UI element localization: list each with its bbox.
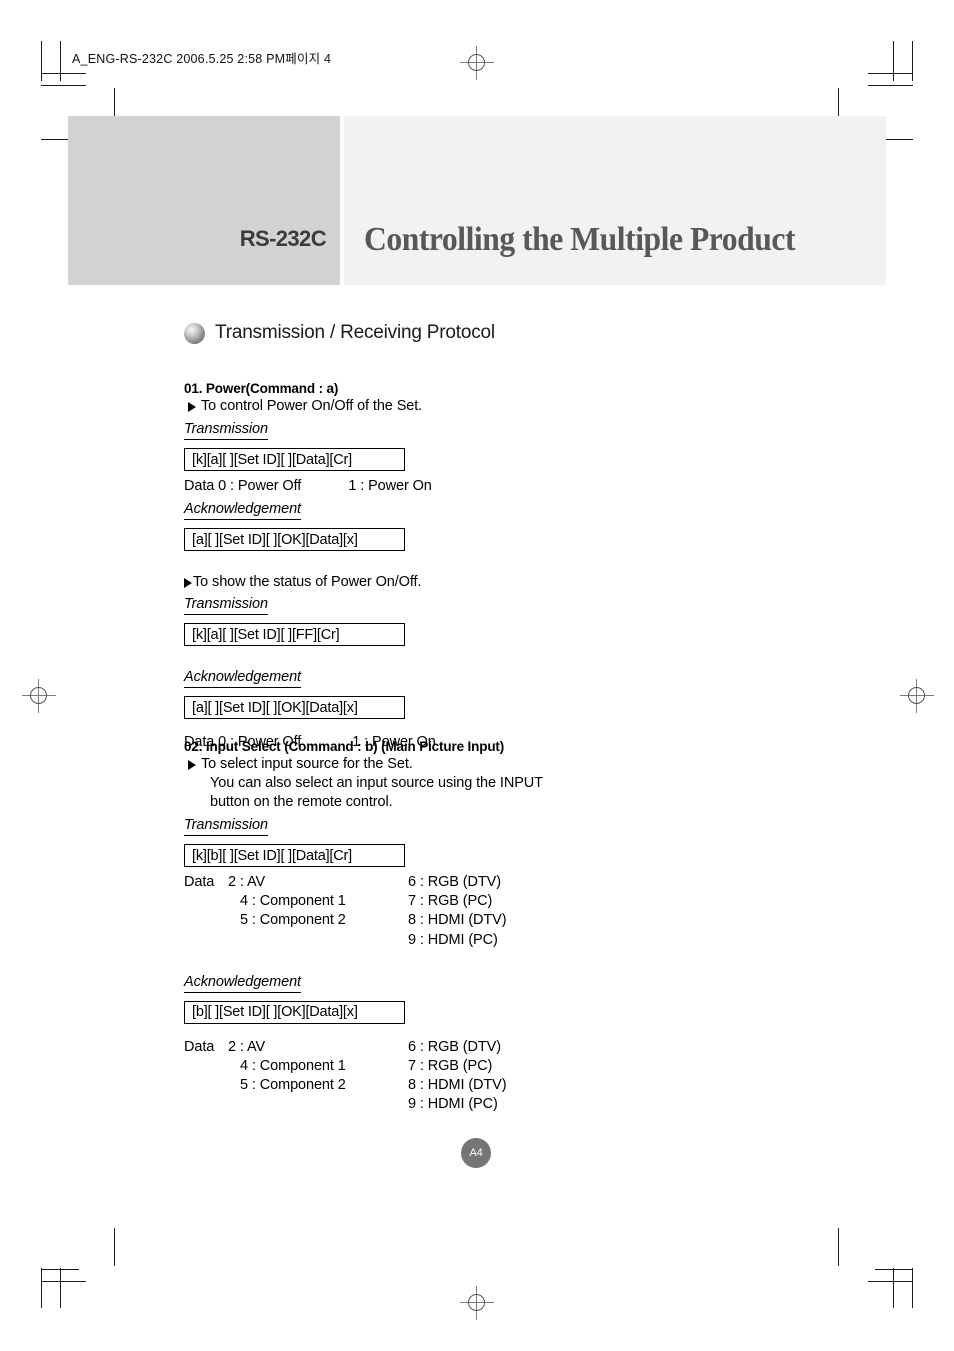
transmission-label-2: Transmission — [184, 596, 268, 615]
crop-mark-top-right-vertical — [912, 41, 913, 81]
running-head: A_ENG-RS-232C 2006.5.25 2:58 PM페이지 4 — [72, 52, 332, 66]
table-row: 6 : RGB (DTV) — [408, 874, 501, 890]
crop-mark-bottom-left-horizontal — [41, 1281, 86, 1282]
sphere-bullet-icon — [184, 322, 205, 344]
crop-mark-top-right-inner-horizontal — [868, 85, 913, 86]
crop-mark-bottom-right-inner-horizontal — [875, 1269, 913, 1270]
section-01-ack-code-2: [a][ ][Set ID][ ][OK][Data][x] — [184, 696, 405, 719]
section-02-transmission-label-wrap: Transmission — [184, 816, 784, 836]
page-number-badge: A4 — [461, 1138, 491, 1168]
data-table-2-spacer — [184, 1057, 228, 1076]
section-01-transmission-code-2: [k][a][ ][Set ID][ ][FF][Cr] — [184, 623, 405, 646]
acknowledgement-label-1: Acknowledgement — [184, 501, 301, 520]
section-02-ack-label-wrap: Acknowledgement — [184, 973, 784, 993]
crop-mark-top-right-horizontal — [868, 73, 913, 74]
data-table-1-spacer — [184, 911, 228, 930]
acknowledgement-label-2: Acknowledgement — [184, 669, 301, 688]
section-02-data-table-1: Data 2 : AV 6 : RGB (DTV) 4 : Component … — [184, 873, 784, 950]
section-01-transmission-label-wrap: Transmission — [184, 420, 784, 440]
table-row: 5 : Component 2 — [240, 1077, 346, 1094]
table-row — [228, 1095, 408, 1114]
table-row: 2 : AV — [228, 874, 266, 890]
table-row: 2 : AV — [228, 1038, 266, 1055]
crop-mark-bottom-left-vertical — [41, 1268, 42, 1308]
banner-rs232c-label: RS-232C — [239, 226, 327, 251]
banner-left-block: RS-232C — [68, 116, 340, 285]
banner-right-block: Controlling the Multiple Product — [344, 116, 886, 285]
table-row: 8 : HDMI (DTV) — [408, 1077, 507, 1094]
page-title: Controlling the Multiple Product — [364, 221, 796, 258]
data-table-1-lead: Data — [184, 874, 215, 890]
crop-mark-bottom-left-long-vertical — [114, 1228, 115, 1266]
table-row: 9 : HDMI (PC) — [408, 931, 498, 948]
section-01-ack-label-1-wrap: Acknowledgement — [184, 500, 784, 520]
data-table-1-spacer — [184, 892, 228, 911]
document-page: A_ENG-RS-232C 2006.5.25 2:58 PM페이지 4 RS-… — [0, 0, 954, 1351]
section-02-bullet-1-cont-a: You can also select an input source usin… — [210, 775, 543, 791]
section-01-ack-label-2-wrap: Acknowledgement — [184, 668, 784, 688]
triangle-bullet-icon — [184, 578, 192, 588]
section-02-transmission-code: [k][b][ ][Set ID][ ][Data][Cr] — [184, 844, 405, 867]
data-table-1-spacer — [184, 931, 228, 950]
section-01-ack-code-1: [a][ ][Set ID][ ][OK][Data][x] — [184, 528, 405, 551]
triangle-bullet-icon — [188, 760, 196, 770]
registration-mark-right — [900, 679, 934, 713]
crop-mark-top-left-inner-horizontal — [41, 85, 86, 86]
crop-mark-bottom-right-long-vertical — [838, 1228, 839, 1266]
acknowledgement-label: Acknowledgement — [184, 974, 301, 993]
section-01-bullet-1: To control Power On/Off of the Set. — [188, 397, 784, 416]
triangle-bullet-icon — [188, 402, 196, 412]
section-02-bullet-1: To select input source for the Set. — [188, 755, 784, 774]
crop-mark-top-left-vertical — [41, 41, 42, 81]
section-01-transmission-label-2-wrap: Transmission — [184, 595, 784, 615]
crop-mark-bottom-right-vertical — [912, 1268, 913, 1308]
table-row: 4 : Component 1 — [240, 1058, 346, 1075]
table-row — [228, 931, 408, 950]
table-row: 9 : HDMI (PC) — [408, 1096, 498, 1113]
registration-mark-bottom — [460, 1286, 494, 1320]
section-01-title: 01. Power(Command : a) — [184, 381, 339, 396]
section-02: 02. Input Select (Command : b) (Main Pic… — [184, 739, 784, 1115]
data-table-2-spacer — [184, 1076, 228, 1095]
data-table-2-spacer — [184, 1095, 228, 1114]
transmission-label: Transmission — [184, 817, 268, 836]
crop-mark-bottom-right-inner-vertical — [893, 1268, 894, 1308]
section-02-title: 02. Input Select (Command : b) (Main Pic… — [184, 739, 505, 754]
table-row: 4 : Component 1 — [240, 893, 346, 910]
crop-mark-bottom-right-horizontal — [868, 1281, 913, 1282]
crop-mark-bottom-left-inner-vertical — [60, 1268, 61, 1308]
section-02-ack-code: [b][ ][Set ID][ ][OK][Data][x] — [184, 1000, 405, 1024]
protocol-heading-label: Transmission / Receiving Protocol — [215, 322, 495, 343]
crop-mark-bottom-left-inner-horizontal — [41, 1269, 79, 1270]
section-01-transmission-code: [k][a][ ][Set ID][ ][Data][Cr] — [184, 448, 405, 471]
data-table-2-lead: Data — [184, 1038, 215, 1055]
section-01-bullet-1-text: To control Power On/Off of the Set. — [201, 398, 423, 414]
section-01-bullet-2-text: To show the status of Power On/Off. — [193, 574, 422, 590]
protocol-heading: Transmission / Receiving Protocol — [184, 322, 495, 344]
section-02-bullet-1-cont-b: button on the remote control. — [210, 794, 393, 810]
table-row: 8 : HDMI (DTV) — [408, 912, 507, 929]
table-row: 6 : RGB (DTV) — [408, 1038, 501, 1055]
crop-mark-top-right-inner-vertical — [893, 41, 894, 81]
registration-mark-top — [460, 46, 494, 80]
section-01-bullet-2: To show the status of Power On/Off. — [184, 573, 784, 592]
section-02-data-table-2: Data 2 : AV 6 : RGB (DTV) 4 : Component … — [184, 1038, 784, 1115]
transmission-label: Transmission — [184, 421, 268, 440]
crop-mark-top-left-horizontal — [41, 73, 86, 74]
table-row: 7 : RGB (PC) — [408, 1058, 493, 1075]
section-02-bullet-1-text: To select input source for the Set. — [201, 756, 413, 772]
section-01: 01. Power(Command : a) To control Power … — [184, 381, 784, 752]
section-01-data-line-1: Data 0 : Power Off 1 : Power On — [184, 478, 432, 494]
crop-mark-top-left-inner-vertical — [60, 41, 61, 81]
table-row: 7 : RGB (PC) — [408, 893, 493, 910]
table-row: 5 : Component 2 — [240, 912, 346, 929]
registration-mark-left — [22, 679, 56, 713]
